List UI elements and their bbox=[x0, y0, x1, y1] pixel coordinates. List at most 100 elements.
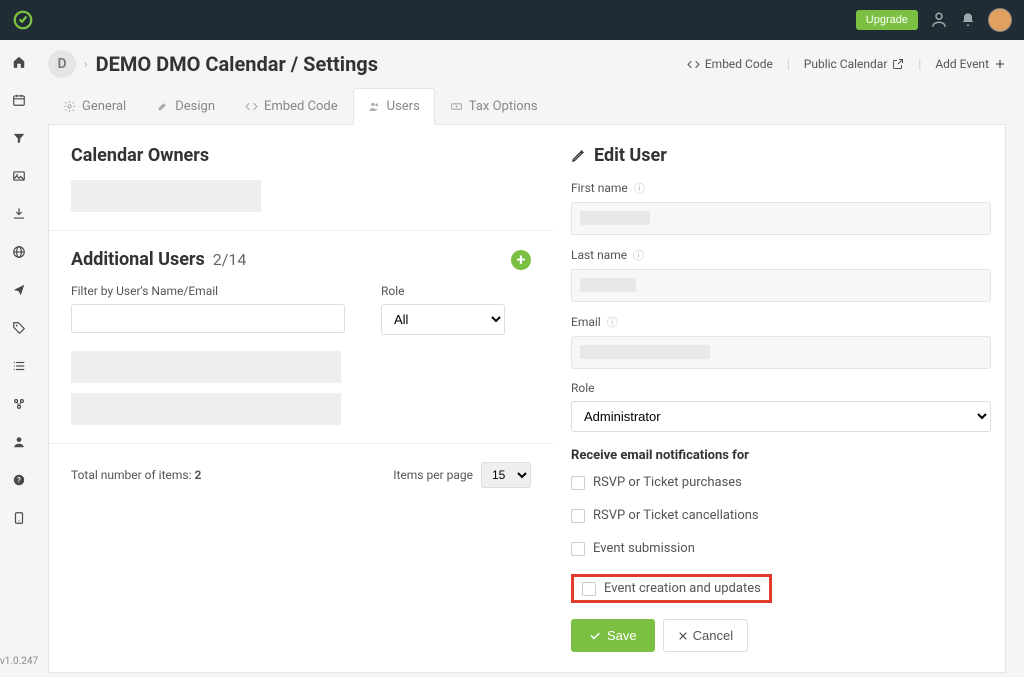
cb-event-creation[interactable]: Event creation and updates bbox=[582, 581, 761, 596]
filter-role-label: Role bbox=[381, 284, 505, 298]
divider bbox=[49, 443, 553, 444]
page-title: DEMO DMO Calendar / Settings bbox=[96, 52, 378, 76]
public-calendar-label: Public Calendar bbox=[804, 57, 888, 71]
cb-rsvp-cancellations[interactable]: RSVP or Ticket cancellations bbox=[571, 508, 991, 523]
divider: | bbox=[787, 57, 790, 71]
highlight-event-creation: Event creation and updates bbox=[571, 574, 772, 603]
page-header: D › DEMO DMO Calendar / Settings Embed C… bbox=[48, 50, 1006, 78]
money-icon bbox=[450, 100, 463, 113]
total-items: Total number of items: 2 bbox=[71, 468, 201, 482]
avatar[interactable] bbox=[988, 8, 1012, 32]
role-field-label: Role bbox=[571, 381, 595, 395]
cb-event-creation-input[interactable] bbox=[582, 582, 596, 596]
filter-name-input[interactable] bbox=[71, 304, 345, 333]
additional-users-count: 2/14 bbox=[213, 250, 247, 269]
device-icon[interactable] bbox=[9, 510, 29, 526]
info-icon[interactable]: ⓘ bbox=[634, 180, 645, 196]
upgrade-button[interactable]: Upgrade bbox=[856, 10, 918, 30]
cb-rsvp-cancellations-label: RSVP or Ticket cancellations bbox=[593, 508, 759, 523]
notifications-title: Receive email notifications for bbox=[571, 448, 991, 463]
tag-icon[interactable] bbox=[9, 320, 29, 336]
cb-event-submission-input[interactable] bbox=[571, 542, 585, 556]
public-calendar-link[interactable]: Public Calendar bbox=[804, 57, 905, 71]
topbar-right: Upgrade bbox=[856, 8, 1012, 32]
calendar-icon[interactable] bbox=[9, 92, 29, 108]
additional-users-label: Additional Users bbox=[71, 249, 205, 270]
items-per-page-label: Items per page bbox=[393, 468, 473, 482]
cb-event-submission-label: Event submission bbox=[593, 541, 695, 556]
globe-icon[interactable] bbox=[9, 244, 29, 260]
tab-tax-options-label: Tax Options bbox=[469, 99, 538, 114]
pencil-icon bbox=[571, 148, 586, 163]
panel: Calendar Owners Additional Users 2/14 + … bbox=[48, 125, 1006, 673]
code-icon bbox=[245, 100, 258, 113]
help-icon[interactable] bbox=[930, 11, 948, 29]
tab-design[interactable]: Design bbox=[141, 88, 230, 124]
list-footer: Total number of items: 2 Items per page … bbox=[71, 462, 531, 488]
tab-design-label: Design bbox=[175, 99, 215, 114]
tab-general[interactable]: General bbox=[48, 88, 141, 124]
tab-users[interactable]: Users bbox=[353, 88, 435, 125]
edit-user-title: Edit User bbox=[571, 145, 991, 166]
save-label: Save bbox=[607, 628, 637, 643]
role-field-select[interactable]: Administrator bbox=[571, 401, 991, 432]
items-per-page-select[interactable]: 15 bbox=[481, 462, 531, 488]
user-icon[interactable] bbox=[9, 434, 29, 450]
cb-event-submission[interactable]: Event submission bbox=[571, 541, 991, 556]
user-row[interactable] bbox=[71, 393, 341, 425]
topbar: Upgrade bbox=[0, 0, 1024, 40]
role-select[interactable]: All bbox=[381, 304, 505, 335]
settings-icon[interactable] bbox=[9, 396, 29, 412]
add-user-button[interactable]: + bbox=[511, 250, 531, 270]
divider bbox=[49, 230, 553, 231]
add-event-link[interactable]: Add Event bbox=[935, 57, 1006, 71]
image-icon[interactable] bbox=[9, 168, 29, 184]
last-name-input[interactable] bbox=[571, 269, 991, 302]
tab-tax-options[interactable]: Tax Options bbox=[435, 88, 553, 124]
cancel-label: Cancel bbox=[693, 628, 733, 643]
embed-code-link[interactable]: Embed Code bbox=[687, 57, 773, 71]
question-icon[interactable]: ? bbox=[9, 472, 29, 488]
info-icon[interactable]: ⓘ bbox=[633, 247, 644, 263]
first-name-label: First name bbox=[571, 181, 628, 195]
save-button[interactable]: Save bbox=[571, 619, 655, 652]
cancel-button[interactable]: Cancel bbox=[663, 619, 748, 652]
button-row: Save Cancel bbox=[571, 619, 991, 652]
main: D › DEMO DMO Calendar / Settings Embed C… bbox=[38, 40, 1024, 677]
first-name-input[interactable] bbox=[571, 202, 991, 235]
email-label: Email bbox=[571, 315, 601, 329]
owner-row[interactable] bbox=[71, 180, 261, 212]
info-icon[interactable]: ⓘ bbox=[607, 314, 618, 330]
tab-embed-code[interactable]: Embed Code bbox=[230, 88, 353, 124]
col-right: Edit User First name ⓘ Last name ⓘ Email bbox=[571, 145, 991, 652]
download-icon[interactable] bbox=[9, 206, 29, 222]
close-icon bbox=[678, 631, 688, 641]
bell-icon[interactable] bbox=[960, 12, 976, 28]
total-label: Total number of items: bbox=[71, 468, 194, 482]
page-header-left: D › DEMO DMO Calendar / Settings bbox=[48, 50, 378, 78]
edit-user-label: Edit User bbox=[594, 145, 667, 166]
cb-rsvp-purchases-input[interactable] bbox=[571, 476, 585, 490]
additional-users-title: Additional Users 2/14 + bbox=[71, 249, 531, 270]
home-icon[interactable] bbox=[9, 54, 29, 70]
cb-rsvp-cancellations-input[interactable] bbox=[571, 509, 585, 523]
user-row[interactable] bbox=[71, 351, 341, 383]
filter-row: Filter by User's Name/Email Role All bbox=[71, 284, 531, 335]
embed-code-label: Embed Code bbox=[705, 57, 773, 71]
send-icon[interactable] bbox=[9, 282, 29, 298]
org-initial[interactable]: D bbox=[48, 50, 76, 78]
cb-rsvp-purchases[interactable]: RSVP or Ticket purchases bbox=[571, 475, 991, 490]
last-name-label: Last name bbox=[571, 248, 627, 262]
email-input[interactable] bbox=[571, 336, 991, 369]
filter-role-col: Role All bbox=[381, 284, 505, 335]
last-name-group: Last name ⓘ bbox=[571, 247, 991, 302]
app-logo-icon[interactable] bbox=[12, 9, 34, 31]
filter-name-label: Filter by User's Name/Email bbox=[71, 284, 345, 298]
gear-icon bbox=[63, 100, 76, 113]
cb-event-creation-label: Event creation and updates bbox=[604, 581, 761, 596]
list-icon[interactable] bbox=[9, 358, 29, 374]
filter-icon[interactable] bbox=[9, 130, 29, 146]
version-label: v1.0.247 bbox=[0, 656, 38, 667]
filter-name-col: Filter by User's Name/Email bbox=[71, 284, 345, 335]
pager: Items per page 15 bbox=[393, 462, 531, 488]
